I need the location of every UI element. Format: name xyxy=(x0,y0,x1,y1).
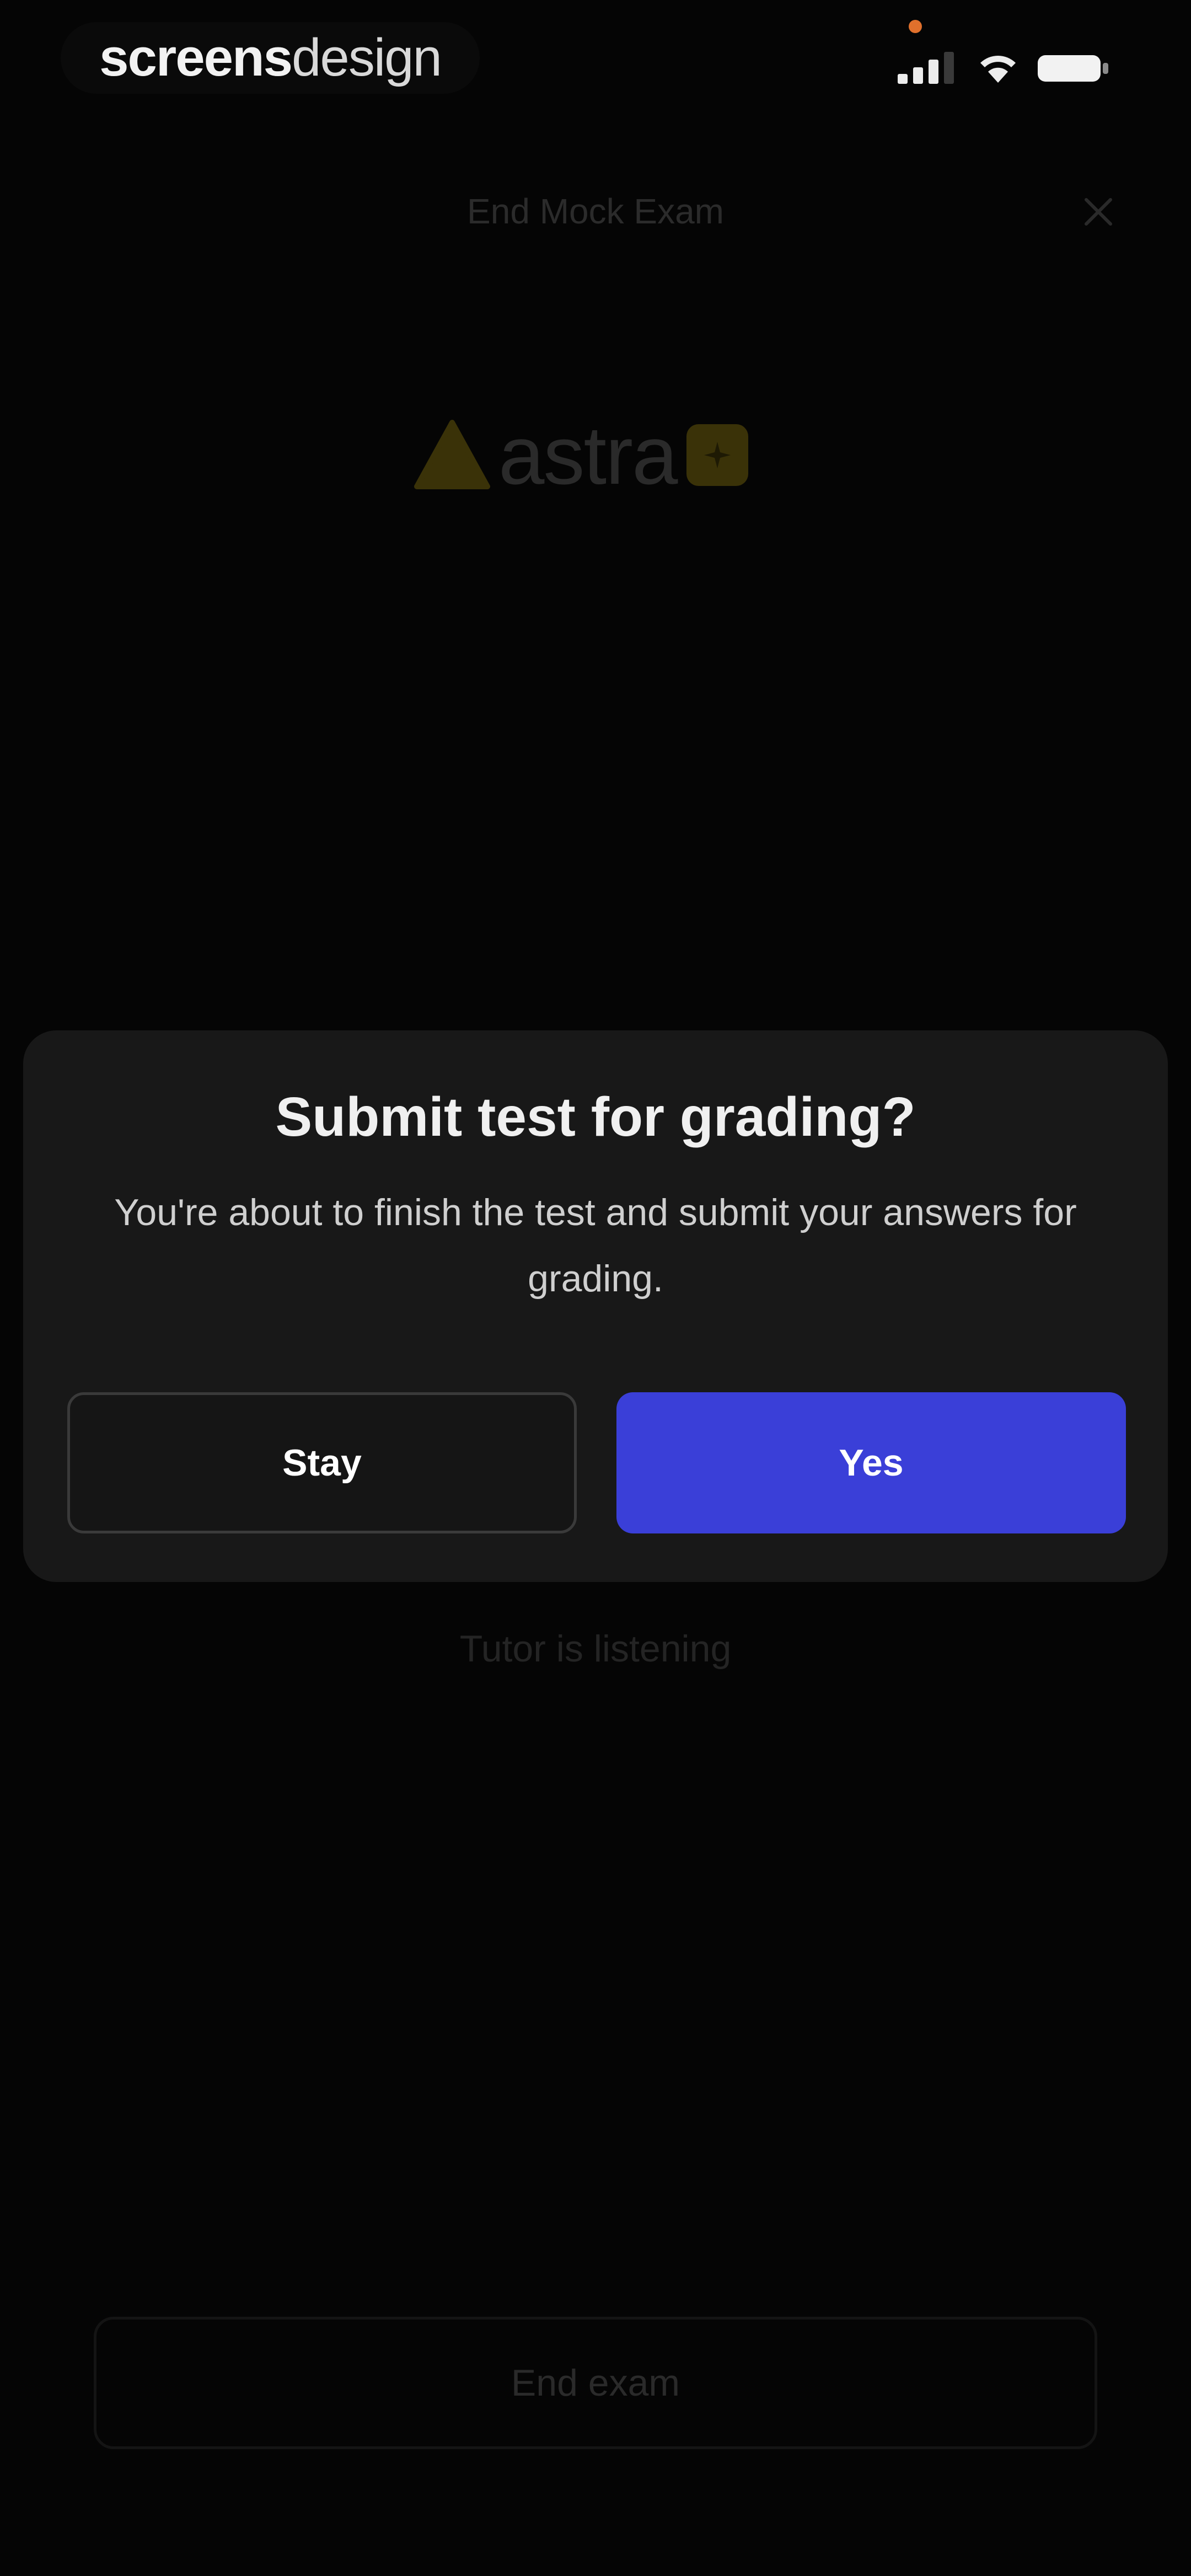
end-exam-button[interactable]: End exam xyxy=(94,2317,1097,2449)
battery-icon xyxy=(1038,55,1108,82)
logo-text: astra xyxy=(498,408,678,501)
astra-logo: astra xyxy=(414,408,777,502)
sparkle-icon xyxy=(704,442,731,468)
ai-badge-icon xyxy=(686,424,749,486)
dialog-title: Submit test for grading? xyxy=(275,1086,916,1148)
page-title: End Mock Exam xyxy=(467,191,724,231)
status-bar: screens design xyxy=(0,0,1191,121)
submit-dialog: Submit test for grading? You're about to… xyxy=(23,1030,1168,1582)
wifi-icon xyxy=(980,56,1016,83)
stay-button[interactable]: Stay xyxy=(67,1392,577,1533)
yes-button[interactable]: Yes xyxy=(616,1392,1126,1533)
screen: screens design End Mock Exam astra Submi… xyxy=(0,0,1191,2576)
close-icon[interactable] xyxy=(1082,195,1115,228)
tutor-status: Tutor is listening xyxy=(459,1628,732,1670)
camera-indicator-icon xyxy=(909,20,922,33)
brand-watermark: screens design xyxy=(61,22,480,94)
app-header: End Mock Exam xyxy=(0,171,1191,248)
warning-triangle-icon xyxy=(414,420,490,489)
brand-watermark-part1: screens xyxy=(99,28,293,87)
dialog-message: You're about to finish the test and subm… xyxy=(114,1191,1077,1300)
signal-icon xyxy=(898,52,954,84)
brand-watermark-part2: design xyxy=(292,28,442,87)
